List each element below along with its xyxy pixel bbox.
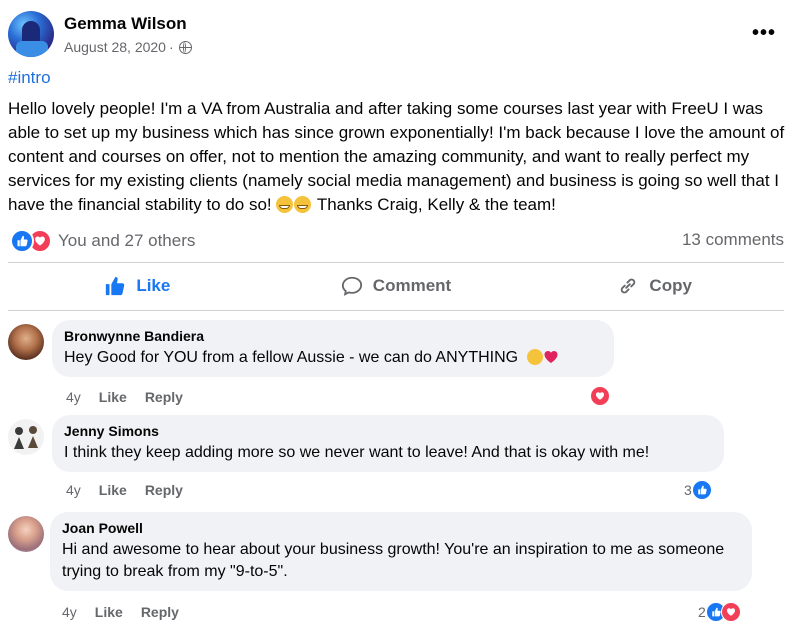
copy-link-icon (621, 278, 636, 294)
comment-like-link[interactable]: Like (99, 482, 127, 498)
post-date[interactable]: August 28, 2020 (64, 39, 166, 55)
like-button-label: Like (136, 276, 171, 295)
more-options-icon[interactable]: ••• (752, 22, 776, 45)
comment-reply-link[interactable]: Reply (145, 389, 183, 405)
reaction-count: 2 (698, 604, 706, 620)
like-reaction-icon (10, 229, 34, 253)
date-separator: · (168, 39, 174, 55)
comment-meta: 4y Like Reply (62, 604, 179, 620)
comment-reactions[interactable]: 2 (698, 602, 741, 622)
comment-bubble: Jenny Simons I think they keep adding mo… (52, 415, 724, 472)
copy-button-label: Copy (649, 276, 692, 295)
comment-age[interactable]: 4y (66, 482, 81, 498)
comment-button-label: Comment (372, 276, 452, 295)
like-reaction-icon (691, 480, 712, 500)
reactions-summary[interactable]: You and 27 others (10, 229, 195, 253)
globe-icon (178, 40, 192, 54)
comment-age[interactable]: 4y (62, 604, 77, 620)
comment-text: I think they keep adding more so we neve… (64, 444, 650, 461)
comment-text: Hi and awesome to hear about your busine… (62, 541, 725, 580)
comments-count[interactable]: 13 comments (682, 230, 784, 250)
author-name[interactable]: Gemma Wilson (64, 14, 187, 34)
comment-bubble: Bronwynne Bandiera Hey Good for YOU from… (52, 320, 614, 377)
comment-bubble: Joan Powell Hi and awesome to hear about… (50, 512, 752, 591)
commenter-name[interactable]: Bronwynne Bandiera (64, 328, 602, 344)
author-avatar[interactable] (8, 11, 54, 57)
grin-emoji-icon (294, 196, 312, 213)
comment-bubble-icon (341, 276, 362, 296)
grin-emoji-icon (276, 196, 294, 213)
avatar[interactable] (8, 324, 44, 360)
post-actions: Like Comment Copy (8, 264, 784, 308)
comment-like-link[interactable]: Like (99, 389, 127, 405)
like-button[interactable]: Like (8, 264, 267, 308)
post-card: Gemma Wilson August 28, 2020 · ••• #intr… (0, 0, 800, 629)
copy-button[interactable]: Copy (525, 264, 784, 308)
comment-item: Jenny Simons I think they keep adding mo… (8, 415, 784, 505)
clap-emoji-icon (526, 349, 543, 365)
comment-button[interactable]: Comment (267, 264, 526, 308)
comment-reply-link[interactable]: Reply (141, 604, 179, 620)
commenter-name[interactable]: Jenny Simons (64, 423, 712, 439)
avatar[interactable] (8, 516, 44, 552)
love-reaction-icon (590, 386, 610, 406)
comment-text: Hey Good for YOU from a fellow Aussie - … (64, 349, 519, 366)
comment-meta: 4y Like Reply (66, 389, 183, 405)
post-body-thanks: Thanks Craig, Kelly & the team! (312, 195, 556, 214)
post-body: Hello lovely people! I'm a VA from Austr… (8, 97, 788, 217)
comment-meta: 4y Like Reply (66, 482, 183, 498)
heart-emoji-icon (544, 351, 558, 363)
comment-item: Bronwynne Bandiera Hey Good for YOU from… (8, 320, 784, 415)
avatar[interactable] (8, 419, 44, 455)
thumbs-up-icon (106, 276, 125, 296)
comment-like-link[interactable]: Like (95, 604, 123, 620)
reactions-count[interactable]: You and 27 others (58, 231, 195, 251)
commenter-name[interactable]: Joan Powell (62, 520, 740, 536)
post-header: Gemma Wilson August 28, 2020 · ••• (8, 8, 782, 58)
comment-reactions[interactable]: 3 (684, 480, 712, 500)
divider (8, 310, 784, 311)
comment-item: Joan Powell Hi and awesome to hear about… (8, 512, 784, 624)
reaction-count: 3 (684, 482, 692, 498)
divider (8, 262, 784, 263)
comment-reply-link[interactable]: Reply (145, 482, 183, 498)
comment-age[interactable]: 4y (66, 389, 81, 405)
comment-reactions[interactable] (590, 386, 610, 406)
love-reaction-icon (720, 602, 741, 622)
post-meta: August 28, 2020 · (64, 39, 192, 55)
hashtag-link[interactable]: #intro (8, 68, 51, 88)
